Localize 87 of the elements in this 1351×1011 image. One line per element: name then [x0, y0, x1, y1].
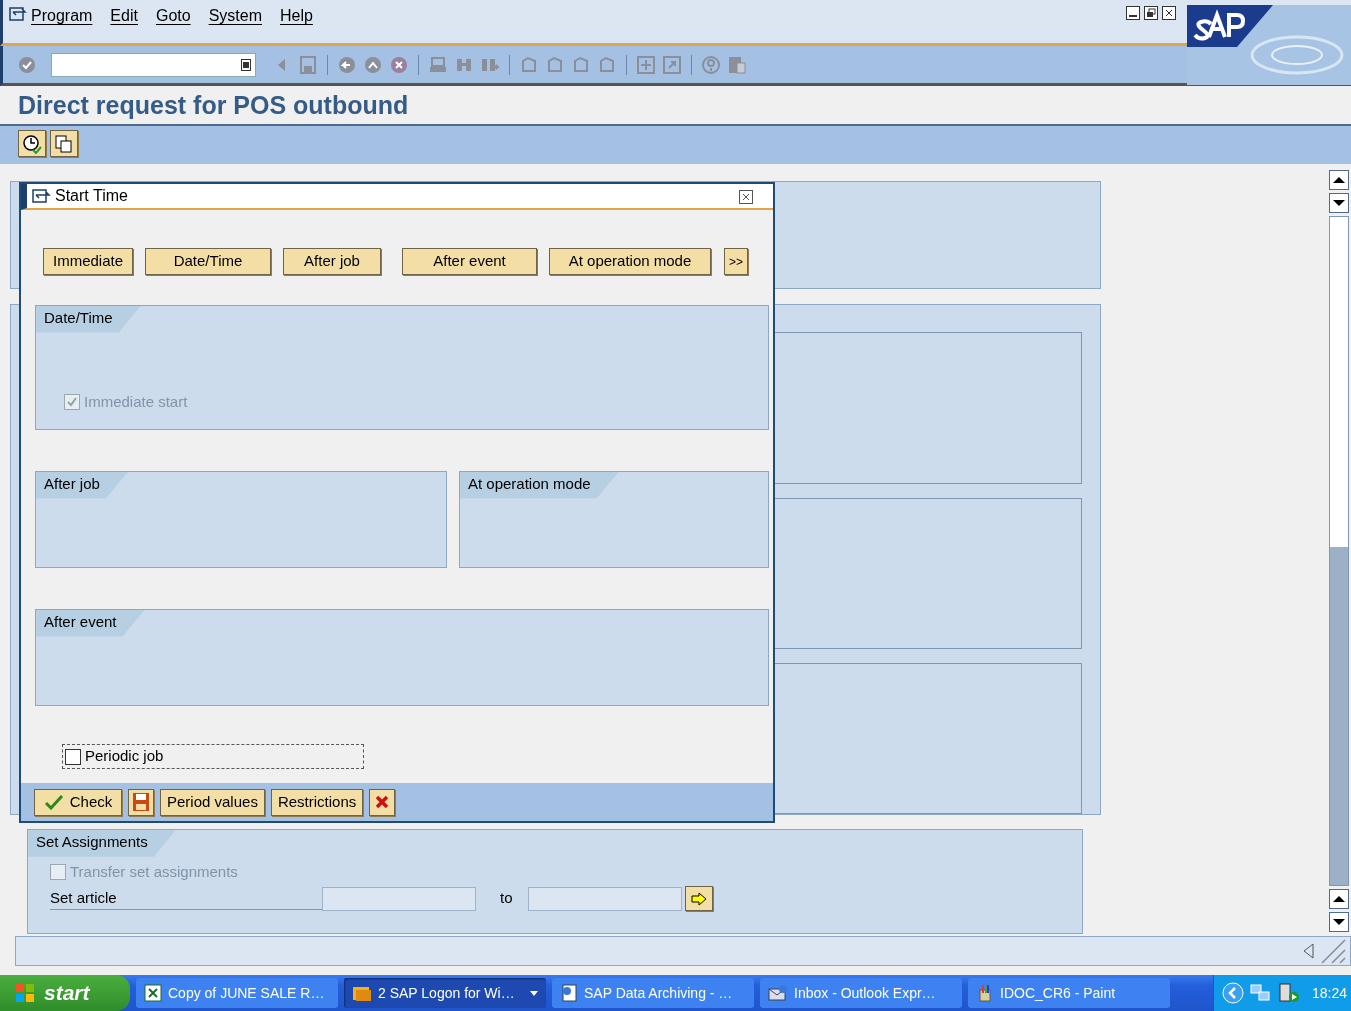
group-title: After event: [36, 610, 145, 637]
paint-cup-icon: [976, 984, 994, 1002]
save-icon[interactable]: [298, 54, 318, 75]
scrollbar-thumb[interactable]: [1330, 547, 1348, 885]
execute-button[interactable]: [18, 130, 46, 157]
scroll-down-button[interactable]: [1329, 193, 1349, 213]
up-arrow-icon: [1333, 177, 1345, 183]
input-field[interactable]: [322, 886, 476, 911]
taskbar-button[interactable]: Copy of JUNE SALE R…: [136, 978, 338, 1008]
menu-item[interactable]: System: [208, 4, 262, 28]
start-option-button[interactable]: At operation mode: [549, 248, 711, 275]
field-label: Set article: [50, 887, 322, 911]
command-field[interactable]: [51, 52, 256, 77]
menu-icon[interactable]: [9, 7, 27, 22]
back-icon[interactable]: [337, 54, 357, 75]
group-title: Set Assignments: [28, 830, 176, 857]
save-button[interactable]: [128, 788, 154, 816]
start-option-button[interactable]: After job: [283, 248, 381, 275]
group-title: Date/Time: [36, 306, 141, 333]
print-icon[interactable]: [428, 54, 448, 75]
taskbar-button[interactable]: 2 SAP Logon for Wi…: [344, 978, 546, 1008]
restore-icon[interactable]: [1144, 6, 1158, 20]
close-icon[interactable]: [1162, 6, 1176, 20]
new-session-icon[interactable]: [636, 54, 656, 75]
close-icon[interactable]: [739, 189, 753, 204]
resize-grip-icon[interactable]: [1320, 938, 1346, 964]
down-arrow-icon: [1333, 919, 1345, 925]
check-button[interactable]: Check: [34, 788, 122, 816]
windows-flag-icon: [14, 982, 36, 1004]
server-play-icon[interactable]: [1278, 983, 1300, 1003]
minimize-icon[interactable]: [1126, 6, 1140, 20]
scrollbar-track[interactable]: [1329, 216, 1349, 886]
scroll-up-button[interactable]: [1329, 170, 1349, 190]
input-field[interactable]: [528, 886, 682, 911]
cancel-icon[interactable]: [389, 54, 409, 75]
window-icon: [31, 188, 51, 204]
copy-icon: [54, 133, 74, 154]
menu-item[interactable]: Edit: [110, 4, 138, 28]
cancel-button[interactable]: [369, 788, 396, 816]
close-icon: [374, 794, 391, 810]
group-title: After job: [36, 472, 128, 499]
shortcut-icon[interactable]: [662, 54, 682, 75]
screen-title: Direct request for POS outbound: [18, 90, 409, 120]
taskbar-button[interactable]: Inbox - Outlook Expr…: [760, 978, 962, 1008]
start-option-button[interactable]: Date/Time: [145, 248, 271, 275]
checkbox-label: Periodic job: [85, 746, 164, 767]
down-arrow-icon: [1333, 200, 1345, 206]
enter-icon[interactable]: [17, 54, 37, 75]
folder-icon: [352, 984, 372, 1002]
dialog-title: Start Time: [55, 186, 128, 206]
taskbar-button[interactable]: IDOC_CR6 - Paint: [968, 978, 1170, 1008]
menu-item[interactable]: Program: [31, 4, 93, 28]
chevron-left-icon[interactable]: [1222, 982, 1244, 1004]
layout-icon[interactable]: [727, 54, 747, 75]
command-list-icon[interactable]: [241, 58, 251, 71]
network-icon[interactable]: [1250, 983, 1272, 1003]
multiple-selection-button[interactable]: [685, 886, 713, 912]
toolbar-button[interactable]: Period values: [160, 788, 265, 816]
save-icon: [132, 792, 150, 812]
spreadsheet-icon: [144, 984, 162, 1002]
start-option-button[interactable]: Immediate: [43, 248, 133, 275]
scroll-up-button[interactable]: [1329, 889, 1349, 909]
menu-item[interactable]: Help: [279, 4, 313, 28]
clock-check-icon: [22, 133, 42, 154]
triangle-left-icon[interactable]: [1302, 943, 1314, 959]
checkbox-label: Transfer set assignments: [70, 861, 238, 882]
checkbox[interactable]: [65, 748, 81, 765]
document-icon: [560, 984, 578, 1002]
group-title: At operation mode: [460, 472, 619, 499]
copy-button[interactable]: [50, 130, 78, 157]
caret-icon: [530, 990, 538, 997]
scroll-down-button[interactable]: [1329, 912, 1349, 932]
taskbar-button[interactable]: SAP Data Archiving - …: [552, 978, 754, 1008]
mail-icon: [768, 984, 788, 1002]
menu-item[interactable]: Goto: [155, 4, 191, 28]
start-option-button[interactable]: >>: [724, 248, 748, 275]
exit-icon[interactable]: [363, 54, 383, 75]
start-option-button[interactable]: After event: [402, 248, 537, 275]
checkbox-label: Immediate start: [84, 391, 188, 412]
arrow-right-icon: [691, 891, 707, 906]
clock: 18:24: [1312, 983, 1348, 1003]
field-label: to: [499, 888, 514, 909]
toolbar-button[interactable]: Restrictions: [270, 788, 364, 816]
checkmark-icon: [43, 794, 64, 810]
periodic-job-option[interactable]: Periodic job: [62, 744, 364, 769]
help-icon[interactable]: [701, 54, 721, 75]
up-arrow-icon: [1333, 896, 1345, 902]
